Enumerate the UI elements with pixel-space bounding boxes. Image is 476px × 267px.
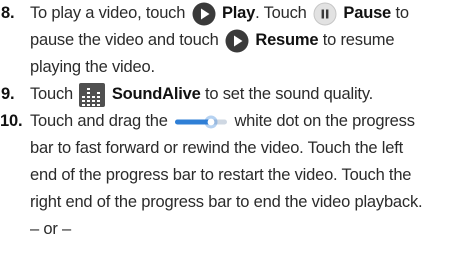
step-line: Touch SoundAlive to set the sound qualit… [30, 81, 476, 108]
pause-label: Pause [343, 4, 392, 22]
step-text: Touch and drag the [30, 112, 168, 130]
progress-slider-icon [174, 112, 228, 132]
step-number: 10. [0, 112, 23, 130]
step-line: To play a video, touch Play. Touch Pause… [30, 0, 476, 27]
step-text: to set the sound quality. [204, 85, 374, 103]
step-text: white dot on the progress [234, 112, 415, 130]
step-line: bar to fast forward or rewind the video.… [30, 139, 403, 157]
step-text: Touch [30, 85, 74, 103]
step-number: 9. [1, 85, 15, 103]
step-line: playing the video. [30, 54, 476, 81]
step-text: to [395, 4, 409, 22]
step-text: pause the video and touch [30, 31, 219, 49]
play-icon [192, 2, 216, 26]
step-9: 9. Touch SoundAlive to set the sound qua… [0, 81, 476, 108]
resume-label: Resume [255, 31, 319, 49]
step-line: end of the progress bar to restart the v… [30, 166, 412, 184]
step-line: Touch and drag the white dot on the prog… [30, 108, 476, 135]
step-text: . Touch [255, 4, 307, 22]
play-label: Play [221, 4, 256, 22]
step-text: to resume [322, 31, 395, 49]
step-text: playing the video. [30, 58, 155, 76]
pause-icon [313, 2, 337, 26]
step-number: 8. [1, 4, 15, 22]
document-body: 8. To play a video, touch Play. Touch Pa… [0, 0, 476, 243]
step-text: To play a video, touch [30, 4, 186, 22]
equalizer-icon [79, 82, 106, 107]
or-separator: – or – [30, 220, 71, 238]
step-8: 8. To play a video, touch Play. Touch Pa… [0, 0, 476, 81]
step-10: 10. Touch and drag the white dot on the … [0, 108, 476, 243]
step-line: pause the video and touch Resume to resu… [30, 27, 476, 54]
step-line: right end of the progress bar to end the… [30, 193, 423, 211]
resume-icon [225, 29, 249, 53]
soundalive-label: SoundAlive [111, 85, 201, 103]
